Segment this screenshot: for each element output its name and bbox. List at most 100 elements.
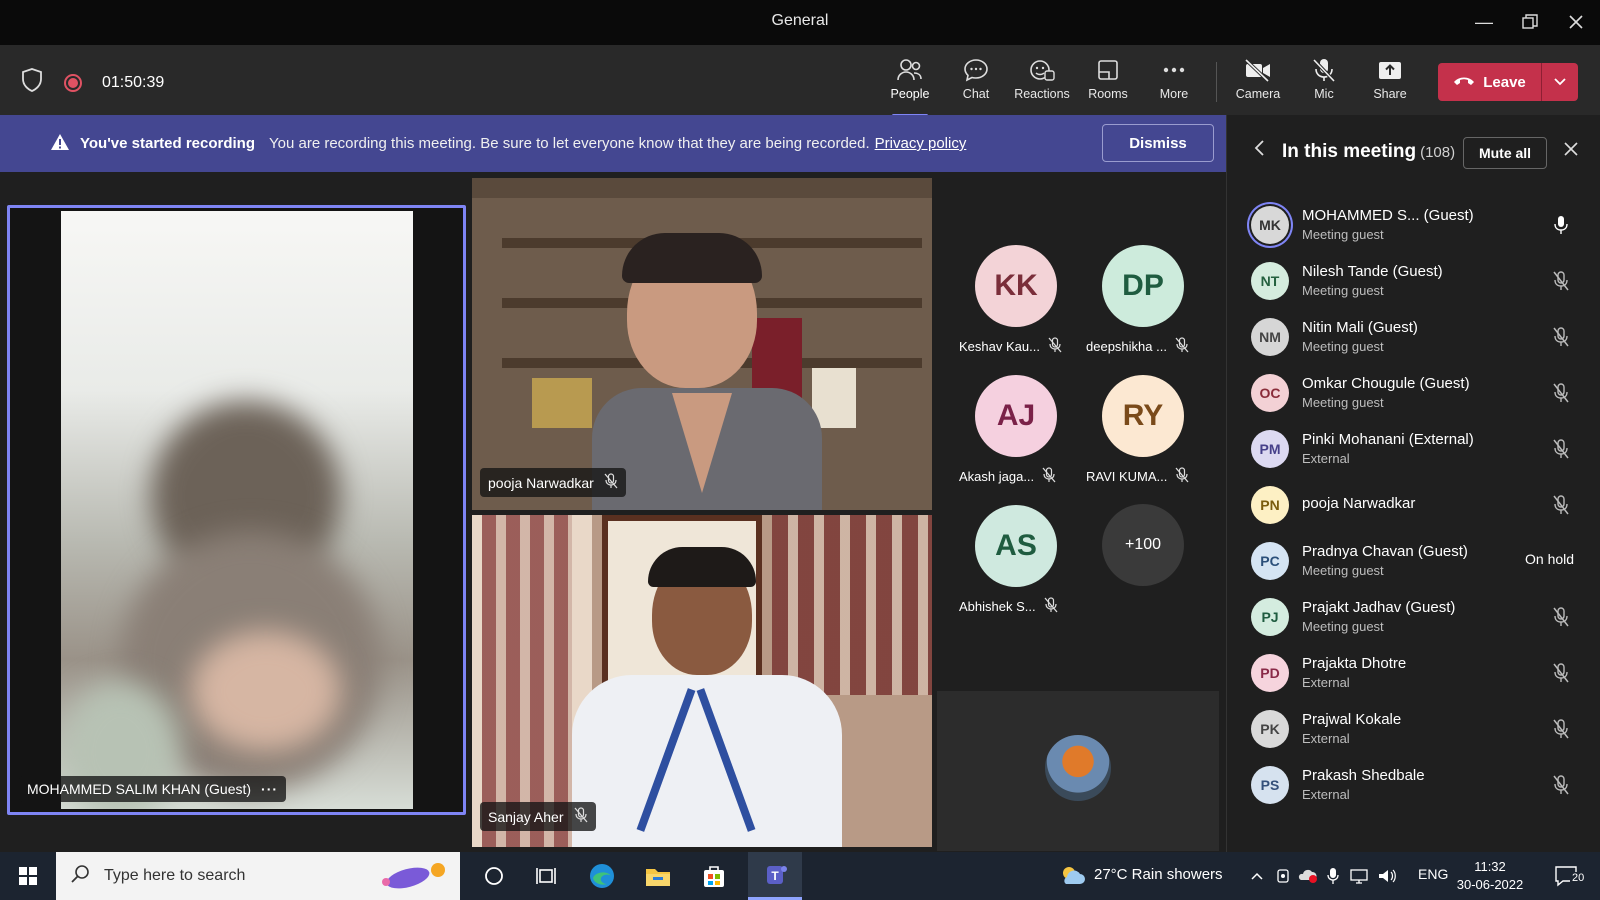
camera-button[interactable]: Camera — [1226, 55, 1290, 111]
shield-icon[interactable] — [20, 67, 44, 98]
participant-role: Meeting guest — [1302, 283, 1384, 298]
taskbar: Type here to search T 27°C Rain showers — [0, 852, 1600, 900]
participant-row[interactable]: PN pooja Narwadkar — [1227, 477, 1600, 533]
reactions-icon — [1010, 55, 1074, 85]
rooms-button[interactable]: Rooms — [1076, 55, 1140, 111]
participant-row[interactable]: PJ Prajakt Jadhav (Guest) Meeting guest — [1227, 589, 1600, 645]
avatar-name-4: Abhishek S... — [959, 599, 1036, 614]
participant-row[interactable]: MK MOHAMMED S... (Guest) Meeting guest — [1227, 197, 1600, 253]
avatar-3[interactable]: RY — [1102, 375, 1184, 457]
main-speaker-name-tag: MOHAMMED SALIM KHAN (Guest) ··· — [19, 776, 287, 802]
self-view-tile[interactable] — [937, 691, 1219, 851]
participant-row[interactable]: PD Prajakta Dhotre External — [1227, 645, 1600, 701]
windows-start-icon[interactable] — [8, 852, 48, 900]
mic-off-icon — [1551, 774, 1571, 801]
task-view-icon[interactable] — [522, 852, 570, 900]
main-speaker-name: MOHAMMED SALIM KHAN (Guest) — [27, 781, 252, 797]
clock-time: 11:32 — [1474, 859, 1506, 874]
participant-name: Prajakta Dhotre — [1302, 655, 1407, 672]
avatar-name-0: Keshav Kau... — [959, 339, 1040, 354]
participant-role: Meeting guest — [1302, 339, 1384, 354]
more-options-icon[interactable]: ··· — [261, 781, 278, 797]
mic-button[interactable]: Mic — [1292, 55, 1356, 111]
chat-label: Chat — [962, 87, 990, 101]
reactions-button[interactable]: Reactions — [1010, 55, 1074, 111]
taskbar-clock[interactable]: 11:32 30-06-2022 — [1454, 858, 1526, 894]
participant-role: Meeting guest — [1302, 227, 1384, 242]
participant-row[interactable]: NT Nilesh Tande (Guest) Meeting guest — [1227, 253, 1600, 309]
clock-date: 30-06-2022 — [1456, 877, 1524, 892]
onedrive-error-icon[interactable] — [1296, 852, 1320, 900]
participant-row[interactable]: PK Prajwal Kokale External — [1227, 701, 1600, 757]
weather-text[interactable]: 27°C Rain showers — [1094, 866, 1223, 883]
volume-icon[interactable] — [1374, 852, 1400, 900]
participant-row[interactable]: OC Omkar Chougule (Guest) Meeting guest — [1227, 365, 1600, 421]
more-icon — [1142, 55, 1206, 85]
teams-icon[interactable]: T — [748, 852, 802, 900]
chat-button[interactable]: Chat — [944, 55, 1008, 111]
microphone-tray-icon[interactable] — [1322, 852, 1344, 900]
notifications-icon[interactable]: 20 — [1544, 852, 1592, 900]
participant-row[interactable]: PM Pinki Mohanani (External) External — [1227, 421, 1600, 477]
participant-avatar: PJ — [1251, 598, 1289, 636]
minimize-icon[interactable]: — — [1466, 8, 1502, 36]
participant-avatar: NT — [1251, 262, 1289, 300]
people-button[interactable]: People — [878, 55, 942, 117]
avatar-name-2: Akash jaga... — [959, 469, 1035, 484]
language-indicator[interactable]: ENG — [1418, 866, 1448, 882]
participant-row[interactable]: NM Nitin Mali (Guest) Meeting guest — [1227, 309, 1600, 365]
privacy-policy-link[interactable]: Privacy policy — [875, 135, 967, 152]
mic-off-icon — [1292, 55, 1356, 85]
sanjay-name: Sanjay Aher — [488, 808, 564, 825]
edge-browser-icon[interactable] — [578, 852, 626, 900]
participant-name: Nitin Mali (Guest) — [1302, 319, 1418, 336]
overflow-participants-button[interactable]: +100 — [1102, 504, 1184, 586]
hang-up-icon — [1453, 74, 1475, 91]
chevron-left-icon[interactable] — [1253, 139, 1265, 162]
mic-off-icon — [1551, 270, 1571, 297]
mic-off-icon — [1042, 467, 1056, 486]
avatar-name-tag-2: Akash jaga... — [959, 467, 1056, 486]
avatar-1[interactable]: DP — [1102, 245, 1184, 327]
dismiss-button[interactable]: Dismiss — [1102, 124, 1214, 162]
self-avatar — [1045, 735, 1111, 801]
weather-icon[interactable] — [1056, 852, 1088, 900]
participant-name: Prajwal Kokale — [1302, 711, 1402, 728]
participant-role: Meeting guest — [1302, 563, 1384, 578]
window-title: General — [771, 12, 829, 29]
restore-icon[interactable] — [1512, 8, 1548, 36]
network-icon[interactable] — [1346, 852, 1372, 900]
chevron-up-icon[interactable] — [1246, 852, 1268, 900]
close-window-icon[interactable] — [1558, 8, 1594, 36]
avatar-4[interactable]: AS — [975, 505, 1057, 587]
participant-avatar: PN — [1251, 486, 1289, 524]
taskbar-search[interactable]: Type here to search — [56, 852, 460, 900]
participant-name: Nilesh Tande (Guest) — [1302, 263, 1443, 280]
participant-list[interactable]: MK MOHAMMED S... (Guest) Meeting guest NT Ni… — [1227, 193, 1600, 853]
video-tile-pooja[interactable]: pooja Narwadkar — [472, 178, 932, 510]
avatar-0[interactable]: KK — [975, 245, 1057, 327]
mute-all-button[interactable]: Mute all — [1463, 137, 1547, 169]
banner-title: You've started recording — [80, 135, 255, 152]
people-icon — [878, 55, 942, 85]
close-icon[interactable] — [1563, 141, 1579, 162]
meet-now-icon[interactable] — [1272, 852, 1294, 900]
main-speaker-tile[interactable]: MOHAMMED SALIM KHAN (Guest) ··· — [7, 205, 466, 815]
participant-row[interactable]: PC Pradnya Chavan (Guest) Meeting guest On … — [1227, 533, 1600, 589]
avatar-2[interactable]: AJ — [975, 375, 1057, 457]
microsoft-store-icon[interactable] — [690, 852, 738, 900]
avatar-name-tag-0: Keshav Kau... — [959, 337, 1062, 356]
participant-row[interactable]: PS Prakash Shedbale External — [1227, 757, 1600, 813]
leave-options-button[interactable] — [1542, 63, 1578, 101]
participant-name: Prajakt Jadhav (Guest) — [1302, 599, 1456, 616]
mic-label: Mic — [1314, 87, 1334, 101]
participant-avatar: PM — [1251, 430, 1289, 468]
mic-off-icon — [1551, 606, 1571, 633]
leave-button[interactable]: Leave — [1438, 63, 1542, 101]
share-button[interactable]: Share — [1358, 55, 1422, 111]
participant-name: Pradnya Chavan (Guest) — [1302, 543, 1468, 560]
more-button[interactable]: More — [1142, 55, 1206, 111]
file-explorer-icon[interactable] — [634, 852, 682, 900]
video-tile-sanjay[interactable]: Sanjay Aher — [472, 515, 932, 847]
task-view-circle-icon[interactable] — [470, 852, 518, 900]
